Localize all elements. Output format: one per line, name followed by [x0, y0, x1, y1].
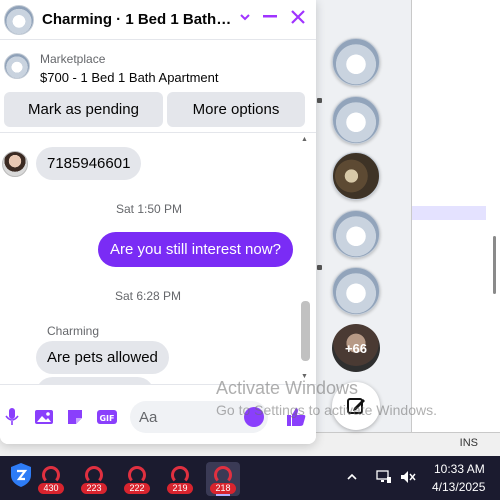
taskbar-app[interactable]: 430	[34, 462, 68, 496]
shield-app-icon[interactable]	[10, 462, 32, 488]
app-logo-icon	[214, 466, 232, 484]
app-logo-icon	[42, 466, 60, 484]
sticker-icon[interactable]	[65, 407, 85, 427]
taskbar-app[interactable]: 223	[77, 462, 111, 496]
minimize-icon[interactable]	[259, 8, 281, 30]
message-timestamp: Sat 6:28 PM	[115, 289, 182, 303]
listing-source: Marketplace	[40, 52, 106, 66]
taskbar: 430 223 222 219 218 10:33 AM 4/13/2025	[0, 456, 500, 500]
notification-badge: 223	[81, 483, 107, 494]
active-indicator	[216, 494, 230, 496]
chat-head-avatar[interactable]	[332, 152, 380, 200]
panel-marker	[317, 98, 322, 103]
ins-indicator[interactable]: INS	[460, 437, 478, 449]
clock-time[interactable]: 10:33 AM	[434, 462, 485, 476]
activate-windows-title: Activate Windows	[216, 378, 359, 398]
taskbar-app-active[interactable]: 218	[206, 462, 240, 496]
notification-badge: 222	[124, 483, 150, 494]
listing-thumbnail[interactable]	[4, 53, 30, 79]
chat-header[interactable]: Charming · 1 Bed 1 Bath A...	[0, 0, 316, 40]
chevron-down-icon[interactable]	[234, 8, 256, 30]
taskbar-app[interactable]: 219	[163, 462, 197, 496]
received-message-bubble[interactable]: Are pets allowed	[36, 341, 169, 374]
microphone-icon[interactable]	[4, 407, 24, 427]
listing-actions: Mark as pending More options	[0, 92, 316, 130]
received-message-bubble[interactable]: 7185946601	[36, 147, 142, 180]
marketplace-listing[interactable]: Marketplace $700 - 1 Bed 1 Bath Apartmen…	[0, 40, 316, 92]
background-scrollbar[interactable]	[493, 236, 496, 294]
network-icon[interactable]	[376, 470, 392, 487]
background-selection	[412, 206, 486, 220]
app-logo-icon	[128, 466, 146, 484]
chevron-up-icon[interactable]	[346, 470, 358, 486]
chat-head-avatar[interactable]	[332, 267, 380, 315]
message-timestamp: Sat 1:50 PM	[116, 202, 183, 216]
listing-name[interactable]: $700 - 1 Bed 1 Bath Apartment	[40, 70, 219, 85]
sender-name: Charming	[47, 324, 100, 338]
scroll-up-arrow-icon[interactable]: ▲	[301, 136, 308, 143]
image-icon[interactable]	[34, 407, 54, 427]
chat-avatar[interactable]	[4, 4, 34, 35]
received-message-bubble[interactable]	[36, 377, 154, 384]
contact-avatar[interactable]	[2, 151, 28, 177]
notification-badge: 218	[210, 483, 236, 494]
app-logo-icon	[85, 466, 103, 484]
message-scrollbar[interactable]: ▲ ▼	[299, 133, 311, 384]
message-thread: 7185946601 Sat 1:50 PM Are you still int…	[0, 132, 316, 384]
taskbar-app[interactable]: 222	[120, 462, 154, 496]
chat-head-avatar[interactable]	[332, 210, 380, 258]
more-options-button[interactable]: More options	[167, 92, 305, 127]
close-icon[interactable]	[287, 8, 309, 30]
chat-head-avatar[interactable]	[332, 96, 380, 144]
chat-head-avatar[interactable]	[332, 38, 380, 86]
panel-marker	[317, 265, 322, 270]
sent-message-bubble[interactable]: Are you still interest now?	[98, 232, 293, 267]
chat-title[interactable]: Charming · 1 Bed 1 Bath A...	[42, 11, 232, 28]
activate-windows-subtitle: Go to Settings to activate Windows.	[216, 402, 437, 418]
scroll-thumb[interactable]	[301, 301, 310, 361]
mark-as-pending-button[interactable]: Mark as pending	[4, 92, 163, 127]
notification-badge: 430	[38, 483, 64, 494]
more-chats-button[interactable]: +66	[332, 324, 380, 372]
clock-date[interactable]: 4/13/2025	[432, 480, 485, 494]
gif-icon[interactable]: GIF	[96, 407, 117, 427]
svg-text:GIF: GIF	[99, 414, 114, 423]
speaker-muted-icon[interactable]	[400, 470, 416, 487]
app-logo-icon	[171, 466, 189, 484]
notification-badge: 219	[167, 483, 193, 494]
